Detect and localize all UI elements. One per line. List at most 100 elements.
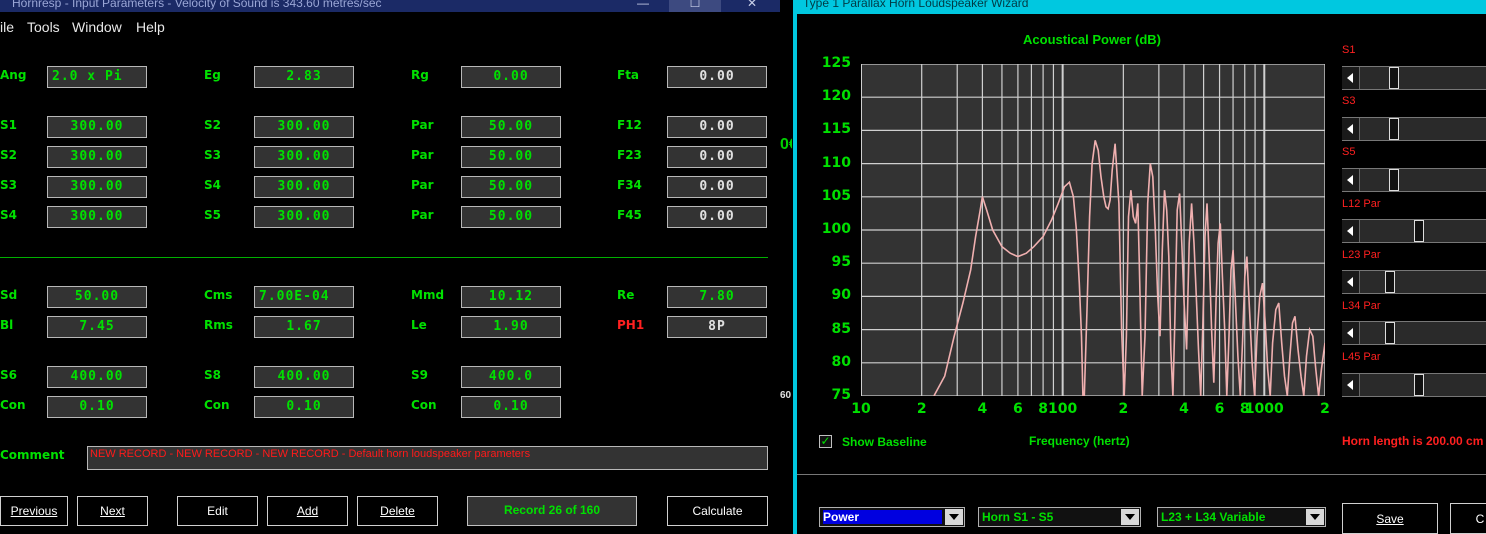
field-mmd[interactable]: 10.12 [461,286,561,308]
field-s6[interactable]: 400.00 [47,366,147,388]
field-le[interactable]: 1.90 [461,316,561,338]
field-sd[interactable]: 50.00 [47,286,147,308]
label-con-1: Con [0,398,26,412]
next-button[interactable]: Next [77,496,148,526]
cancel-button[interactable]: C [1450,503,1486,534]
power-chart [860,63,1326,397]
field-s2-left[interactable]: 300.00 [47,146,147,168]
close-button[interactable]: ✕ [726,0,778,12]
slider-thumb[interactable] [1414,374,1425,396]
slider-left-arrow-icon[interactable] [1342,374,1360,396]
edit-button[interactable]: Edit [177,496,258,526]
slider-s1[interactable] [1342,66,1486,90]
slider-s5[interactable] [1342,168,1486,192]
field-par-12[interactable]: 50.00 [461,116,561,138]
variable-dropdown[interactable]: L23 + L34 Variable [1157,507,1326,527]
menu-window[interactable]: Window [72,19,122,35]
comment-field[interactable]: NEW RECORD - NEW RECORD - NEW RECORD - D… [87,446,768,470]
slider-thumb[interactable] [1389,169,1400,191]
previous-button[interactable]: Previous [0,496,68,526]
show-baseline-label[interactable]: Show Baseline [842,435,927,449]
slider-left-arrow-icon[interactable] [1342,169,1360,191]
field-fta[interactable]: 0.00 [667,66,767,88]
field-f23[interactable]: 0.00 [667,146,767,168]
menu-tools[interactable]: Tools [27,19,60,35]
field-s3[interactable]: 300.00 [254,146,354,168]
slider-left-arrow-icon[interactable] [1342,271,1360,293]
y-tick-label: 110 [821,154,851,171]
label-ph1: PH1 [617,318,645,332]
field-con-3[interactable]: 0.10 [461,396,561,418]
slider-l45-par[interactable] [1342,373,1486,397]
field-eg[interactable]: 2.83 [254,66,354,88]
field-s2[interactable]: 300.00 [254,116,354,138]
x-tick-label: 4 [1179,401,1189,417]
show-baseline-checkbox[interactable]: ✓ [819,435,832,448]
label-s3: S3 [204,148,221,162]
slider-thumb[interactable] [1414,220,1425,242]
field-f12[interactable]: 0.00 [667,116,767,138]
y-tick-label: 105 [821,187,851,204]
menu-help[interactable]: Help [136,19,165,35]
maximize-button[interactable]: ☐ [669,0,721,12]
slider-s3[interactable] [1342,117,1486,141]
field-con-2[interactable]: 0.10 [254,396,354,418]
field-s9[interactable]: 400.0 [461,366,561,388]
save-button[interactable]: Save [1342,503,1438,534]
chevron-down-icon[interactable] [1121,509,1139,525]
label-s9: S9 [411,368,428,382]
field-s4[interactable]: 300.00 [254,176,354,198]
field-f45[interactable]: 0.00 [667,206,767,228]
menu-file[interactable]: ile [0,19,14,35]
background-window-fragment: 0€ [780,136,792,153]
field-rms[interactable]: 1.67 [254,316,354,338]
chevron-down-icon[interactable] [1306,509,1324,525]
label-rms: Rms [204,318,233,332]
slider-left-arrow-icon[interactable] [1342,118,1360,140]
y-tick-label: 125 [821,55,851,71]
slider-l23-par[interactable] [1342,270,1486,294]
label-par-23: Par [411,148,434,162]
field-s4-left[interactable]: 300.00 [47,206,147,228]
field-f34[interactable]: 0.00 [667,176,767,198]
calculate-button[interactable]: Calculate [667,496,768,526]
minimize-button[interactable]: — [617,0,669,12]
field-ang[interactable]: 2.0 x Pi [47,66,147,88]
label-f45: F45 [617,208,642,222]
delete-button[interactable]: Delete [357,496,438,526]
slider-left-arrow-icon[interactable] [1342,67,1360,89]
field-s8[interactable]: 400.00 [254,366,354,388]
field-par-23[interactable]: 50.00 [461,146,561,168]
slider-thumb[interactable] [1389,118,1400,140]
add-button[interactable]: Add [267,496,348,526]
field-s3-left[interactable]: 300.00 [47,176,147,198]
field-con-1[interactable]: 0.10 [47,396,147,418]
field-ph1[interactable]: 8P [667,316,767,338]
field-rg[interactable]: 0.00 [461,66,561,88]
background-window-fragment-2: 60 [780,390,792,401]
chevron-down-icon[interactable] [945,509,963,525]
field-cms[interactable]: 7.00E-04 [254,286,354,308]
field-s5[interactable]: 300.00 [254,206,354,228]
field-par-34[interactable]: 50.00 [461,176,561,198]
slider-thumb[interactable] [1385,322,1396,344]
slider-left-arrow-icon[interactable] [1342,322,1360,344]
mode-dropdown[interactable]: Power [819,507,965,527]
field-bl[interactable]: 7.45 [47,316,147,338]
field-re[interactable]: 7.80 [667,286,767,308]
slider-thumb[interactable] [1385,271,1396,293]
field-s1[interactable]: 300.00 [47,116,147,138]
variable-dropdown-value: L23 + L34 Variable [1161,510,1266,524]
label-con-2: Con [204,398,230,412]
slider-l12-par[interactable] [1342,219,1486,243]
slider-l34-par[interactable] [1342,321,1486,345]
x-axis-label: Frequency (hertz) [1029,434,1130,448]
slider-thumb[interactable] [1389,67,1400,89]
section-divider [0,257,768,258]
slider-left-arrow-icon[interactable] [1342,220,1360,242]
label-s5: S5 [204,208,221,222]
x-tick-label: 100 [1048,401,1078,417]
field-par-45[interactable]: 50.00 [461,206,561,228]
horn-dropdown[interactable]: Horn S1 - S5 [978,507,1141,527]
horn-dropdown-value: Horn S1 - S5 [982,510,1054,524]
